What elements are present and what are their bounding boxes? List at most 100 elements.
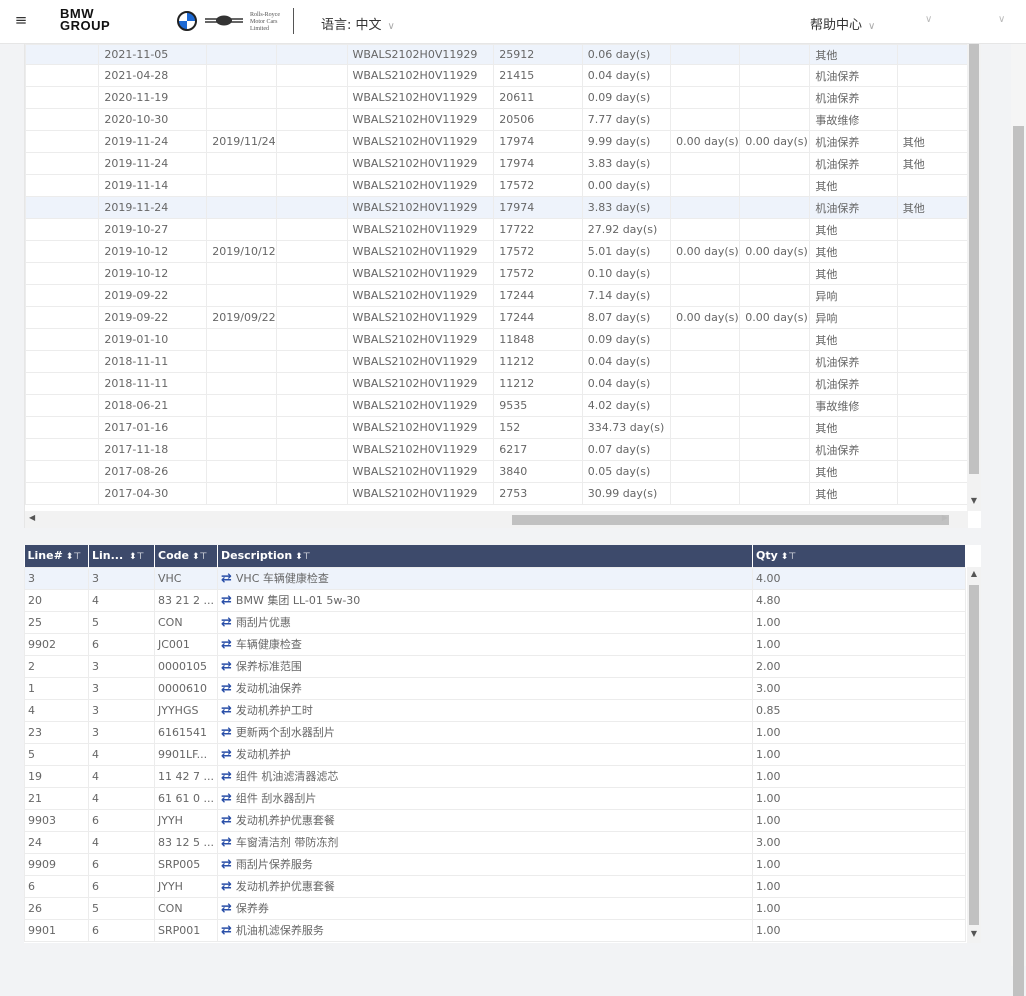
table-row[interactable]: 2019-11-24 WBALS2102H0V11929 17974 3.83 day… (25, 152, 969, 175)
sort-filter-icon[interactable]: ⬍⊤ (192, 552, 207, 562)
table-cell: 3 (88, 720, 155, 744)
table-row[interactable]: 2018-11-11 WBALS2102H0V11929 11212 0.04 day… (25, 372, 969, 395)
table-row[interactable]: 2019-09-22 WBALS2102H0V11929 17244 7.14 day… (25, 284, 969, 307)
sort-filter-icon[interactable]: ⬍⊤ (781, 552, 796, 562)
menu-indent-icon[interactable]: ≡ (13, 12, 29, 28)
swap-arrows-icon[interactable]: ⇄ (221, 681, 232, 696)
table-row[interactable]: 2019-01-10 WBALS2102H0V11929 11848 0.09 day… (25, 328, 969, 351)
table-row[interactable]: 2017-08-26 WBALS2102H0V11929 3840 0.05 day(… (25, 460, 969, 483)
table-row[interactable]: 2017-04-30 WBALS2102H0V11929 2753 30.99 day… (25, 482, 969, 505)
swap-arrows-icon[interactable]: ⇄ (221, 571, 232, 586)
table-cell (25, 86, 100, 109)
qty-header[interactable]: Qty ⬍⊤ (752, 545, 966, 567)
page-vertical-scrollbar[interactable] (1011, 44, 1026, 996)
scroll-down-icon[interactable]: ▼ (967, 496, 981, 505)
table-row[interactable]: 5 4 9901LF... ⇄ 发动机养护 1.00 (24, 742, 966, 766)
swap-arrows-icon[interactable]: ⇄ (221, 769, 232, 784)
table-row[interactable]: 21 4 61 61 0 ... ⇄ 组件 刮水器刮片 1.00 (24, 786, 966, 810)
table-cell: 2021-04-28 (98, 64, 208, 87)
swap-arrows-icon[interactable]: ⇄ (221, 615, 232, 630)
scroll-thumb[interactable] (969, 44, 979, 474)
table-row[interactable]: 2019-10-12 WBALS2102H0V11929 17572 0.10 day… (25, 262, 969, 285)
table-row[interactable]: 2019-11-24 2019/11/24 WBALS2102H0V11929 179… (25, 130, 969, 153)
swap-arrows-icon[interactable]: ⇄ (221, 879, 232, 894)
scroll-thumb[interactable] (969, 585, 979, 925)
help-center-menu[interactable]: 帮助中心 ∨ (810, 14, 875, 33)
table-row[interactable]: 9909 6 SRP005 ⇄ 雨刮片保养服务 1.00 (24, 852, 966, 876)
scroll-up-icon[interactable]: ▲ (967, 569, 981, 578)
swap-arrows-icon[interactable]: ⇄ (221, 703, 232, 718)
history-horizontal-scrollbar[interactable]: ◀ ▶ (25, 511, 968, 528)
swap-arrows-icon[interactable]: ⇄ (221, 659, 232, 674)
table-row[interactable]: 2019-10-27 WBALS2102H0V11929 17722 27.92 da… (25, 218, 969, 241)
swap-arrows-icon[interactable]: ⇄ (221, 835, 232, 850)
table-row[interactable]: 3 3 VHC ⇄ VHC 车辆健康检查 4.00 (24, 566, 966, 590)
table-row[interactable]: 9901 6 SRP001 ⇄ 机油机滤保养服务 1.00 (24, 918, 966, 942)
table-row[interactable]: 2019-11-24 WBALS2102H0V11929 17974 3.83 day… (25, 196, 969, 219)
line-items-vertical-scrollbar[interactable]: ▲ ▼ (967, 567, 981, 943)
table-cell: 0.09 day(s) (581, 86, 672, 109)
table-cell: 4.80 (752, 588, 966, 612)
table-cell: 30.99 day(s) (581, 482, 672, 505)
table-row[interactable]: 25 5 CON ⇄ 雨刮片优惠 1.00 (24, 610, 966, 634)
table-row[interactable]: 2018-06-21 WBALS2102H0V11929 9535 4.02 day(… (25, 394, 969, 417)
table-cell (670, 64, 741, 87)
table-row[interactable]: 19 4 11 42 7 ... ⇄ 组件 机油滤清器滤芯 1.00 (24, 764, 966, 788)
table-row[interactable]: 1 3 0000610 ⇄ 发动机油保养 3.00 (24, 676, 966, 700)
table-row[interactable]: 2021-04-28 WBALS2102H0V11929 21415 0.04 day… (25, 64, 969, 87)
scroll-right-icon[interactable]: ▶ (942, 513, 948, 522)
swap-arrows-icon[interactable]: ⇄ (221, 725, 232, 740)
table-row[interactable]: 2020-11-19 WBALS2102H0V11929 20611 0.09 day… (25, 86, 969, 109)
code-header[interactable]: Code ⬍⊤ (154, 545, 218, 567)
sort-filter-icon[interactable]: ⬍⊤ (66, 552, 81, 562)
sort-filter-icon[interactable]: ⬍⊤ (126, 552, 144, 562)
swap-arrows-icon[interactable]: ⇄ (221, 747, 232, 762)
table-row[interactable]: 9903 6 JYYH ⇄ 发动机养护优惠套餐 1.00 (24, 808, 966, 832)
table-row[interactable]: 26 5 CON ⇄ 保养券 1.00 (24, 896, 966, 920)
description-header[interactable]: Description ⬍⊤ (217, 545, 753, 567)
swap-arrows-icon[interactable]: ⇄ (221, 813, 232, 828)
scroll-down-icon[interactable]: ▼ (967, 929, 981, 938)
swap-arrows-icon[interactable]: ⇄ (221, 791, 232, 806)
line-header[interactable]: Lin... ⬍⊤ (88, 545, 155, 567)
swap-arrows-icon[interactable]: ⇄ (221, 901, 232, 916)
table-row[interactable]: 2020-10-30 WBALS2102H0V11929 20506 7.77 day… (25, 108, 969, 131)
table-row[interactable]: 6 6 JYYH ⇄ 发动机养护优惠套餐 1.00 (24, 874, 966, 898)
table-row[interactable]: 2019-09-22 2019/09/22 WBALS2102H0V11929 172… (25, 306, 969, 329)
chevron-down-icon[interactable]: ∨ (998, 14, 1005, 25)
swap-arrows-icon[interactable]: ⇄ (221, 923, 232, 938)
swap-arrows-icon[interactable]: ⇄ (221, 637, 232, 652)
scroll-left-icon[interactable]: ◀ (29, 513, 35, 522)
table-row[interactable]: 2017-01-16 WBALS2102H0V11929 152 334.73 day… (25, 416, 969, 439)
table-row[interactable]: 2019-10-12 2019/10/12 WBALS2102H0V11929 175… (25, 240, 969, 263)
table-cell (896, 460, 969, 483)
table-cell (25, 328, 100, 351)
table-cell (896, 240, 969, 263)
table-cell (276, 152, 348, 175)
table-row[interactable]: 4 3 JYYHGS ⇄ 发动机养护工时 0.85 (24, 698, 966, 722)
table-row[interactable]: 24 4 83 12 5 ... ⇄ 车窗清洁剂 带防冻剂 3.00 (24, 830, 966, 854)
table-row[interactable]: 2017-11-18 WBALS2102H0V11929 6217 0.07 day(… (25, 438, 969, 461)
table-cell: 2019-11-24 (98, 130, 208, 153)
language-selector[interactable]: 语言: 中文 ∨ (321, 14, 395, 33)
sort-filter-icon[interactable]: ⬍⊤ (295, 552, 310, 562)
swap-arrows-icon[interactable]: ⇄ (221, 593, 232, 608)
table-cell: 其他 (809, 262, 898, 285)
table-cell: ⇄ 发动机养护优惠套餐 (217, 808, 753, 832)
page-scroll-thumb[interactable] (1013, 126, 1024, 996)
scroll-thumb[interactable] (512, 515, 949, 525)
table-row[interactable]: 9902 6 JC001 ⇄ 车辆健康检查 1.00 (24, 632, 966, 656)
history-vertical-scrollbar[interactable]: ▼ (967, 44, 981, 511)
table-cell: 1.00 (752, 786, 966, 810)
line-number-header[interactable]: Line# ⬍⊤ (24, 545, 89, 567)
table-row[interactable]: 23 3 6161541 ⇄ 更新两个刮水器刮片 1.00 (24, 720, 966, 744)
table-row[interactable]: 2 3 0000105 ⇄ 保养标准范围 2.00 (24, 654, 966, 678)
table-row[interactable]: 2018-11-11 WBALS2102H0V11929 11212 0.04 day… (25, 350, 969, 373)
table-cell: 3840 (493, 460, 583, 483)
table-row[interactable]: 2021-11-05 WBALS2102H0V11929 25912 0.06 day… (25, 44, 969, 65)
table-row[interactable]: 20 4 83 21 2 ... ⇄ BMW 集团 LL-01 5w-30 4.80 (24, 588, 966, 612)
table-row[interactable]: 2019-11-14 WBALS2102H0V11929 17572 0.00 day… (25, 174, 969, 197)
chevron-down-icon[interactable]: ∨ (925, 14, 932, 25)
swap-arrows-icon[interactable]: ⇄ (221, 857, 232, 872)
table-cell: 334.73 day(s) (581, 416, 672, 439)
